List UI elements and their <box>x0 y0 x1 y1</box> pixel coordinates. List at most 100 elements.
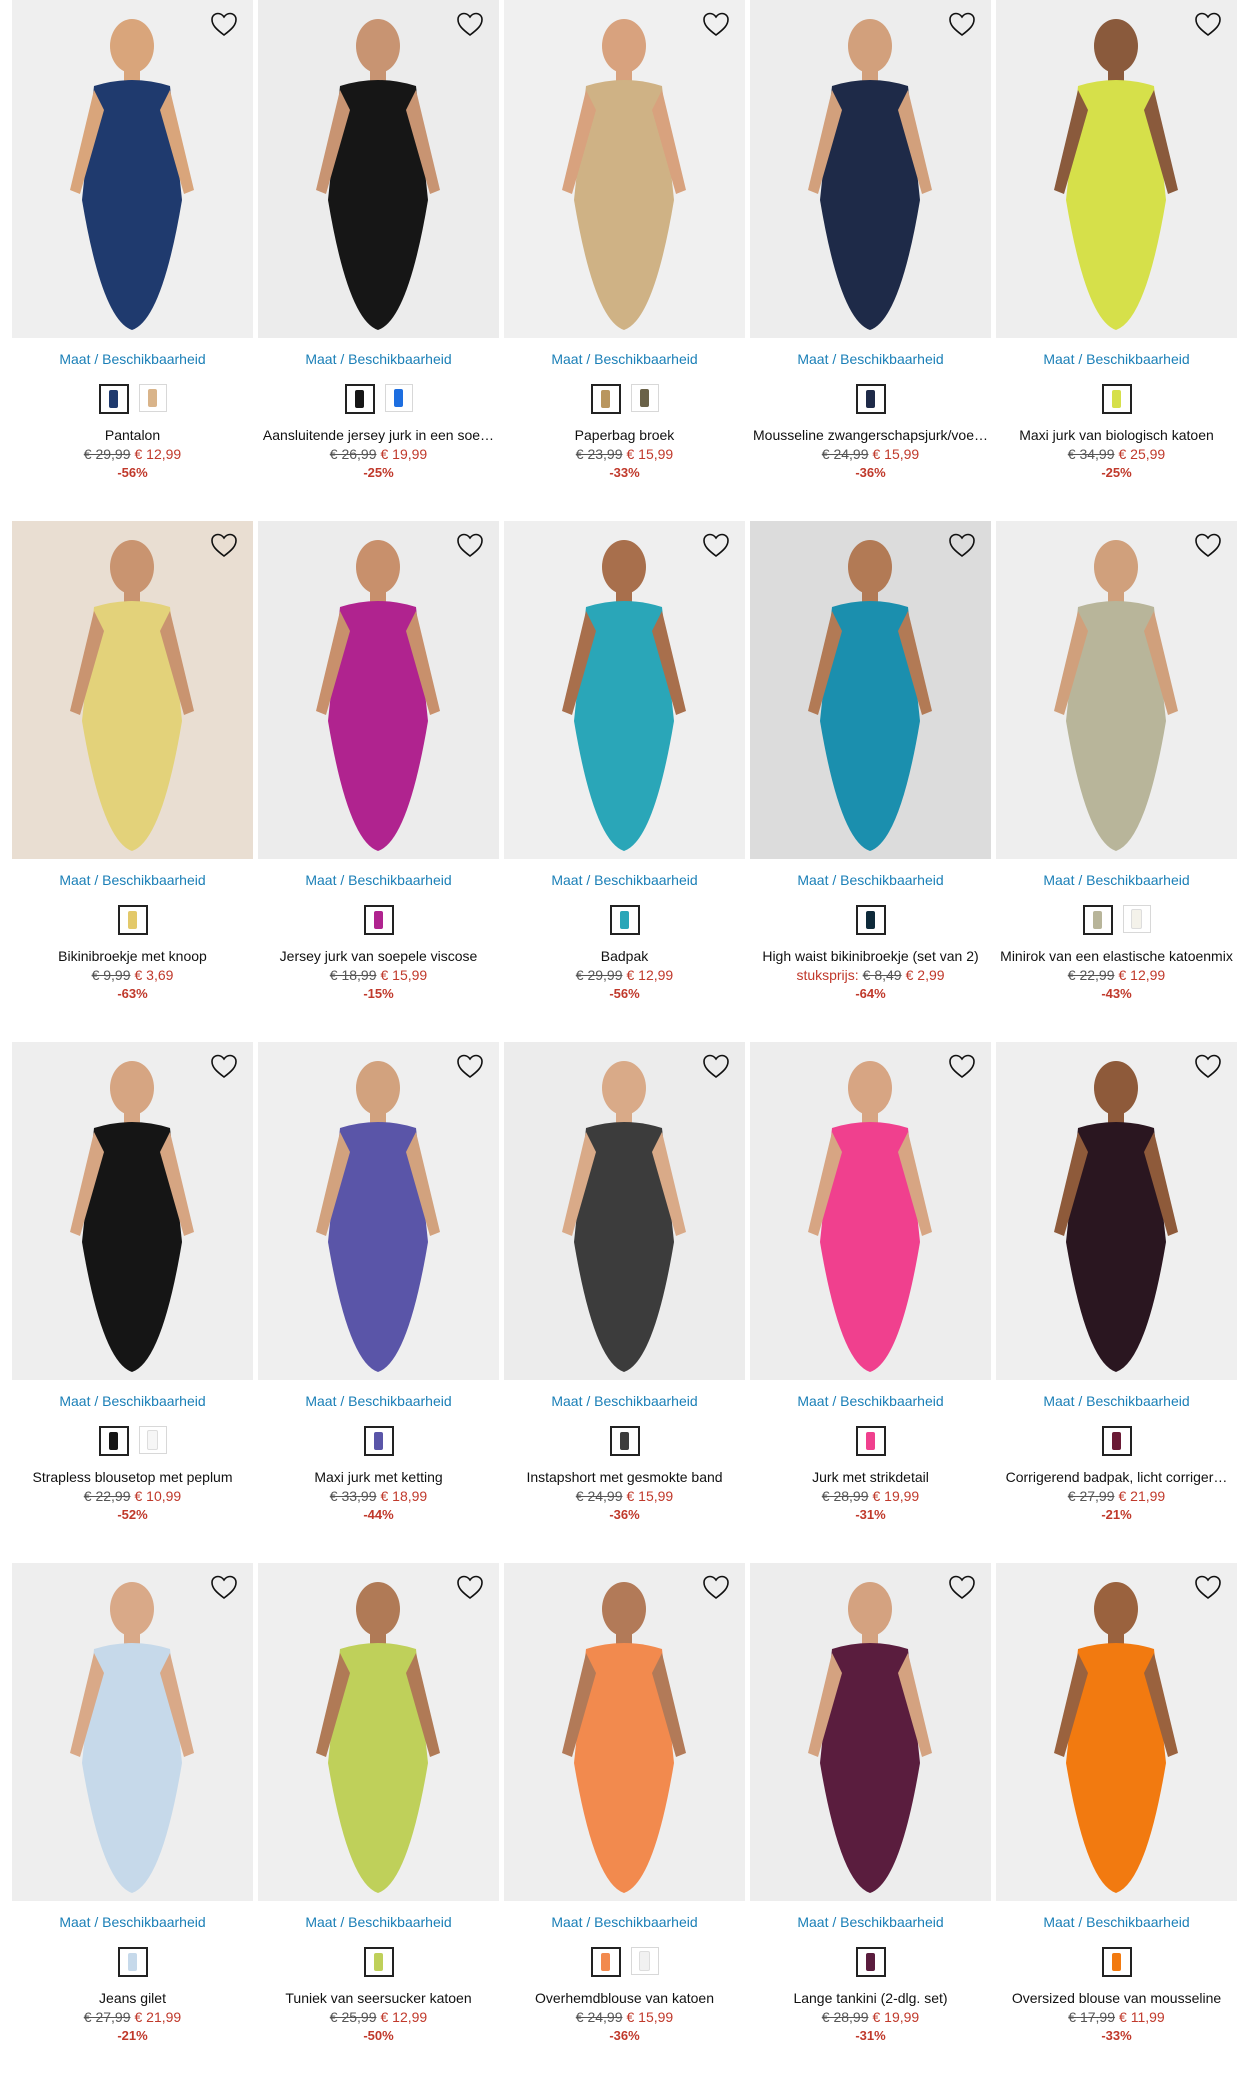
size-availability-link[interactable]: Maat / Beschikbaarheid <box>750 871 991 889</box>
color-swatch[interactable] <box>1082 905 1113 935</box>
color-swatch[interactable] <box>1101 384 1132 414</box>
wishlist-heart-icon[interactable] <box>209 1052 239 1080</box>
wishlist-heart-icon[interactable] <box>701 1573 731 1601</box>
product-name[interactable]: Bikinibroekje met knoop <box>12 947 253 965</box>
size-availability-link[interactable]: Maat / Beschikbaarheid <box>258 350 499 368</box>
color-swatch[interactable] <box>138 1426 167 1454</box>
product-name[interactable]: Jersey jurk van soepele viscose <box>258 947 499 965</box>
product-card[interactable]: Maat / Beschikbaarheid Paperbag broek € 23… <box>504 0 745 521</box>
wishlist-heart-icon[interactable] <box>947 1573 977 1601</box>
product-card[interactable]: Maat / Beschikbaarheid Pantalon € 29,99 € 1… <box>12 0 253 521</box>
product-name[interactable]: Oversized blouse van mousseline <box>996 1989 1237 2007</box>
product-image[interactable] <box>258 1563 499 1901</box>
product-image[interactable] <box>504 1042 745 1380</box>
product-image[interactable] <box>12 0 253 338</box>
product-card[interactable]: Maat / Beschikbaarheid High waist bikinib… <box>750 521 991 1042</box>
product-card[interactable]: Maat / Beschikbaarheid Instapshort met ge… <box>504 1042 745 1563</box>
product-card[interactable]: Maat / Beschikbaarheid Maxi jurk met kett… <box>258 1042 499 1563</box>
product-image[interactable] <box>258 521 499 859</box>
color-swatch[interactable] <box>363 905 394 935</box>
color-swatch[interactable] <box>1101 1426 1132 1456</box>
product-image[interactable] <box>996 521 1237 859</box>
color-swatch[interactable] <box>1101 1947 1132 1977</box>
size-availability-link[interactable]: Maat / Beschikbaarheid <box>12 1913 253 1931</box>
wishlist-heart-icon[interactable] <box>455 1573 485 1601</box>
product-name[interactable]: Pantalon <box>12 426 253 444</box>
product-image[interactable] <box>504 1563 745 1901</box>
product-name[interactable]: Tuniek van seersucker katoen <box>258 1989 499 2007</box>
color-swatch[interactable] <box>117 1947 148 1977</box>
color-swatch[interactable] <box>630 384 659 412</box>
wishlist-heart-icon[interactable] <box>701 1052 731 1080</box>
product-card[interactable]: Maat / Beschikbaarheid Lange tankini (2-d… <box>750 1563 991 2084</box>
product-name[interactable]: Badpak <box>504 947 745 965</box>
product-name[interactable]: Minirok van een elastische katoenmix <box>996 947 1237 965</box>
size-availability-link[interactable]: Maat / Beschikbaarheid <box>12 350 253 368</box>
product-image[interactable] <box>12 1042 253 1380</box>
size-availability-link[interactable]: Maat / Beschikbaarheid <box>12 1392 253 1410</box>
wishlist-heart-icon[interactable] <box>947 10 977 38</box>
product-image[interactable] <box>258 0 499 338</box>
size-availability-link[interactable]: Maat / Beschikbaarheid <box>996 871 1237 889</box>
product-name[interactable]: Mousseline zwangerschapsjurk/voe… <box>750 426 991 444</box>
product-name[interactable]: Maxi jurk met ketting <box>258 1468 499 1486</box>
product-image[interactable] <box>996 1563 1237 1901</box>
wishlist-heart-icon[interactable] <box>701 531 731 559</box>
product-card[interactable]: Maat / Beschikbaarheid Tuniek van seersuc… <box>258 1563 499 2084</box>
size-availability-link[interactable]: Maat / Beschikbaarheid <box>750 1392 991 1410</box>
product-card[interactable]: Maat / Beschikbaarheid Jurk met strikdeta… <box>750 1042 991 1563</box>
product-image[interactable] <box>750 521 991 859</box>
product-name[interactable]: Jeans gilet <box>12 1989 253 2007</box>
color-swatch[interactable] <box>590 384 621 414</box>
color-swatch[interactable] <box>344 384 375 414</box>
color-swatch[interactable] <box>609 1426 640 1456</box>
wishlist-heart-icon[interactable] <box>209 10 239 38</box>
wishlist-heart-icon[interactable] <box>701 10 731 38</box>
product-card[interactable]: Maat / Beschikbaarheid Oversized blouse v… <box>996 1563 1237 2084</box>
color-swatch[interactable] <box>855 1947 886 1977</box>
wishlist-heart-icon[interactable] <box>209 531 239 559</box>
product-card[interactable]: Maat / Beschikbaarheid Maxi jurk van biol… <box>996 0 1237 521</box>
size-availability-link[interactable]: Maat / Beschikbaarheid <box>996 1913 1237 1931</box>
color-swatch[interactable] <box>855 1426 886 1456</box>
color-swatch[interactable] <box>855 384 886 414</box>
color-swatch[interactable] <box>98 384 129 414</box>
product-name[interactable]: Maxi jurk van biologisch katoen <box>996 426 1237 444</box>
size-availability-link[interactable]: Maat / Beschikbaarheid <box>258 1913 499 1931</box>
wishlist-heart-icon[interactable] <box>455 531 485 559</box>
product-image[interactable] <box>12 1563 253 1901</box>
size-availability-link[interactable]: Maat / Beschikbaarheid <box>750 350 991 368</box>
size-availability-link[interactable]: Maat / Beschikbaarheid <box>258 1392 499 1410</box>
color-swatch[interactable] <box>98 1426 129 1456</box>
product-name[interactable]: Paperbag broek <box>504 426 745 444</box>
color-swatch[interactable] <box>363 1947 394 1977</box>
product-card[interactable]: Maat / Beschikbaarheid Strapless blouseto… <box>12 1042 253 1563</box>
product-name[interactable]: Corrigerend badpak, licht corriger… <box>996 1468 1237 1486</box>
color-swatch[interactable] <box>855 905 886 935</box>
product-card[interactable]: Maat / Beschikbaarheid Bikinibroekje met … <box>12 521 253 1042</box>
product-card[interactable]: Maat / Beschikbaarheid Overhemdblouse van… <box>504 1563 745 2084</box>
wishlist-heart-icon[interactable] <box>1193 10 1223 38</box>
product-card[interactable]: Maat / Beschikbaarheid Aansluitende jerse… <box>258 0 499 521</box>
product-image[interactable] <box>996 1042 1237 1380</box>
wishlist-heart-icon[interactable] <box>1193 1052 1223 1080</box>
product-image[interactable] <box>258 1042 499 1380</box>
product-name[interactable]: Instapshort met gesmokte band <box>504 1468 745 1486</box>
color-swatch[interactable] <box>117 905 148 935</box>
product-card[interactable]: Maat / Beschikbaarheid Badpak € 29,99 € 12,… <box>504 521 745 1042</box>
size-availability-link[interactable]: Maat / Beschikbaarheid <box>996 1392 1237 1410</box>
product-image[interactable] <box>504 0 745 338</box>
product-card[interactable]: Maat / Beschikbaarheid Minirok van een el… <box>996 521 1237 1042</box>
wishlist-heart-icon[interactable] <box>455 10 485 38</box>
wishlist-heart-icon[interactable] <box>1193 1573 1223 1601</box>
product-image[interactable] <box>750 0 991 338</box>
product-image[interactable] <box>12 521 253 859</box>
product-image[interactable] <box>996 0 1237 338</box>
product-name[interactable]: High waist bikinibroekje (set van 2) <box>750 947 991 965</box>
product-card[interactable]: Maat / Beschikbaarheid Jersey jurk van so… <box>258 521 499 1042</box>
product-card[interactable]: Maat / Beschikbaarheid Mousseline zwanger… <box>750 0 991 521</box>
size-availability-link[interactable]: Maat / Beschikbaarheid <box>996 350 1237 368</box>
product-image[interactable] <box>504 521 745 859</box>
product-name[interactable]: Jurk met strikdetail <box>750 1468 991 1486</box>
wishlist-heart-icon[interactable] <box>947 531 977 559</box>
